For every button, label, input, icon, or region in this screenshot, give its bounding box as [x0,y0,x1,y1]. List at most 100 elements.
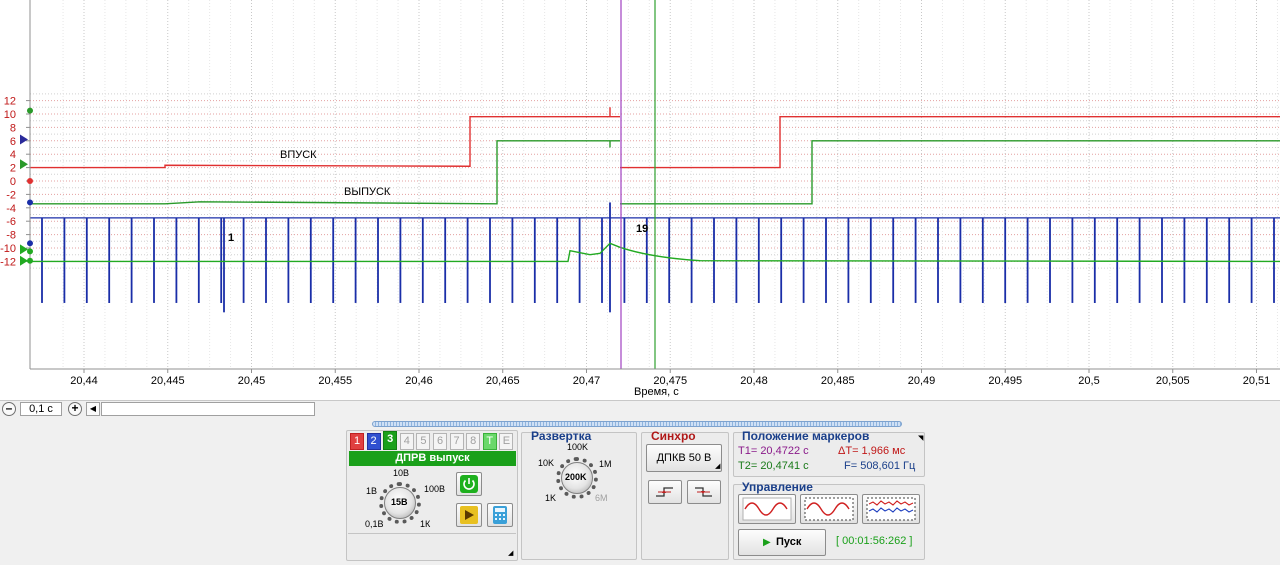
y-tick-label: -4 [6,203,16,215]
knob-label-01v: 0,1В [365,519,384,529]
knob-label-100v: 100В [424,484,446,494]
x-tick-label: 20,48 [740,375,768,387]
x-tick-label: 20,455 [318,375,352,387]
channel-marker-dot [27,248,33,255]
y-tick-label: 12 [4,96,16,108]
mode-dashed-sine-button[interactable] [800,494,858,524]
start-button[interactable]: ▶ Пуск [738,529,826,556]
channel-power-button[interactable] [456,472,482,496]
y-tick-label: -10 [0,243,16,255]
channel-tab-6[interactable]: 6 [433,433,447,450]
start-button-label: Пуск [776,536,802,548]
sweep-label-1m: 1M [599,459,612,469]
x-tick-label: 20,46 [405,375,433,387]
channel-tab-3[interactable]: 3 [383,431,398,450]
play-icon [460,506,478,524]
x-tick-label: 20,44 [70,375,98,387]
y-tick-label: 2 [10,163,16,175]
channel-marker-dot [27,240,33,247]
sweep-title: Развертка [531,429,592,443]
panel-splitter[interactable] [372,421,902,427]
sync-source-button[interactable]: ДПКВ 50 В [646,444,722,472]
mode-single-sine-button[interactable] [738,494,796,524]
play-icon: ▶ [763,537,771,548]
channel-play-button[interactable] [456,503,482,527]
arrow-left-icon: ◀ [89,404,97,413]
mode-multi-trace-button[interactable] [862,494,920,524]
marker-t1: T1= 20,4722 с [738,445,809,457]
y-tick-label: 8 [10,122,16,134]
channel-marker-dot [27,107,33,114]
plot-canvas[interactable]: 12108 64 20-2 -4-6 -8-10-12 20,44 20,445 20,45 2… [0,0,1280,400]
channel-level-arrow [20,255,28,266]
channel-tab-4[interactable]: 4 [399,433,414,450]
zoom-out-button[interactable]: – [2,402,16,416]
x-tick-label: 20,51 [1243,375,1271,387]
channel-tab-5[interactable]: 5 [416,433,431,450]
channel-tab-t[interactable]: T [482,433,497,450]
control-title: Управление [742,480,813,494]
x-tick-label: 20,465 [486,375,520,387]
sweep-label-100k: 100K [567,442,589,452]
scroll-left-button[interactable]: ◀ [86,402,100,416]
channel-level-arrow [20,244,28,255]
y-tick-label: 6 [10,136,16,148]
voltage-knob-value: 15В [391,497,408,507]
oscilloscope-plot[interactable]: 12 10 8 6 4 2 0 -2 -4 -6 -8 -10 -12 20,44 20,445 20,45 2… [0,0,1280,400]
y-tick-label: -8 [6,230,16,242]
zoom-value-field[interactable]: 0,1 с [20,402,62,416]
markers-corner-icon: ◥ [918,435,924,442]
y-tick-label: -6 [6,216,16,228]
marker-frequency: F= 508,601 Гц [844,460,916,472]
falling-edge-icon [695,487,712,497]
label-exhaust: ВЫПУСК [344,186,391,198]
y-tick-label: -12 [0,256,16,268]
channel-level-arrow [20,134,28,145]
zoom-in-button[interactable]: + [68,402,82,416]
x-tick-label: 20,45 [238,375,266,387]
channel-panel-footer [348,533,516,559]
rising-edge-icon [656,487,673,497]
channel-tab-2[interactable]: 2 [366,433,381,450]
x-tick-label: 20,49 [908,375,936,387]
power-icon [460,475,478,493]
knob-label-1k: 1К [420,519,431,529]
sweep-label-6m: 6M [595,493,608,503]
resize-grip-icon: ◢ [508,550,514,557]
channel-marker-dot [27,199,33,206]
label-intake: ВПУСК [280,149,317,161]
sync-rising-edge-button[interactable] [648,480,682,504]
dropdown-corner-icon: ◢ [715,463,721,470]
minus-icon: – [5,401,13,415]
sync-title: Синхро [651,429,696,443]
channel-calculator-button[interactable] [487,503,513,527]
sweep-label-1k: 1K [545,493,557,503]
channel-tab-7[interactable]: 7 [449,433,464,450]
label-tooth-1: 1 [228,232,235,244]
x-tick-label: 20,505 [1156,375,1190,387]
x-tick-label: 20,47 [573,375,601,387]
knob-label-10v: 10В [393,468,410,478]
sine-wave-dashed-icon [804,497,854,521]
channel-tab-8[interactable]: 8 [466,433,481,450]
recording-timer: [ 00:01:56:262 ] [836,535,913,547]
horizontal-scrollbar[interactable] [101,402,315,416]
y-tick-label: 10 [4,109,16,121]
channel-tab-e[interactable]: E [499,433,514,450]
x-tick-label: 20,5 [1078,375,1099,387]
marker-dt: ΔT= 1,966 мс [838,445,906,457]
channel-tab-1[interactable]: 1 [350,433,364,450]
y-tick-label: -2 [6,189,16,201]
zoom-scroll-row: – 0,1 с + ◀ [0,400,1280,416]
y-tick-label: 0 [10,176,16,188]
channel-marker-dot [27,178,33,184]
x-tick-label: 20,495 [988,375,1022,387]
sweep-knob-value: 200K [565,472,587,482]
multi-trace-icon [866,497,916,521]
channel-title: ДПРВ выпуск [349,451,516,466]
x-tick-label: 20,485 [821,375,855,387]
calculator-icon [493,506,507,524]
marker-t2: T2= 20,4741 с [738,460,809,472]
y-tick-label: 4 [10,149,16,161]
sync-falling-edge-button[interactable] [687,480,721,504]
